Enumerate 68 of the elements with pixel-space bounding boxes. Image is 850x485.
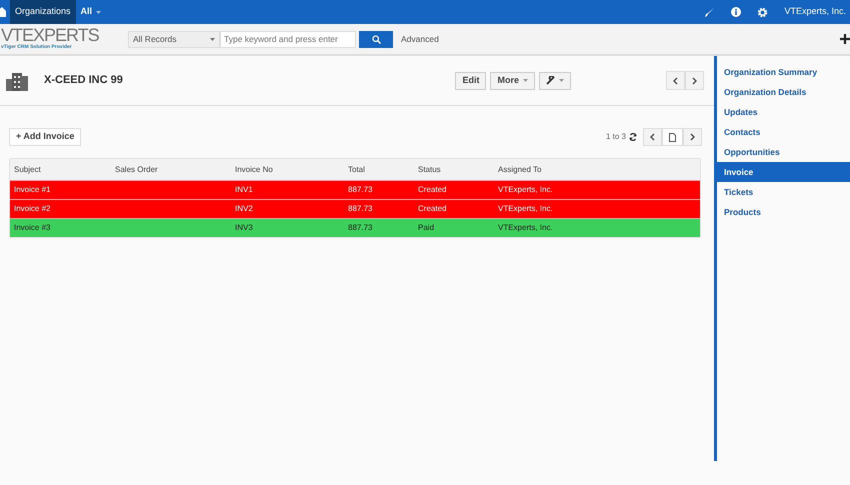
search-field[interactable]: Type keyword and press enter <box>220 30 356 48</box>
column-header: Invoice No <box>234 164 274 176</box>
column-header: Total <box>347 164 366 176</box>
table-cell: 887.73 <box>348 223 372 232</box>
sidebar-item[interactable]: Products <box>717 202 850 222</box>
building-icon <box>6 70 28 90</box>
logo: VTEXPERTS <box>1 26 100 44</box>
sidebar-item[interactable]: Organization Summary <box>717 62 850 82</box>
record-range: 1 to 3 <box>606 131 626 143</box>
home-icon[interactable] <box>0 7 6 17</box>
table-cell: INV2 <box>235 204 253 213</box>
next-page-button[interactable] <box>683 128 702 146</box>
tools-button[interactable] <box>539 72 571 90</box>
sidebar-item[interactable]: Organization Details <box>717 82 850 102</box>
table-cell: 887.73 <box>348 185 372 194</box>
refresh-icon[interactable] <box>629 133 637 141</box>
caret-icon <box>523 79 528 82</box>
table-cell: Invoice #3 <box>14 223 50 232</box>
column-header: Sales Order <box>114 164 159 176</box>
table-cell: Created <box>418 185 446 194</box>
table-cell: Paid <box>418 223 434 232</box>
table-row[interactable]: Invoice #2 INV2 887.73 Created VTExperts, Inc. <box>10 199 700 218</box>
sidebar-item[interactable]: Opportunities <box>717 142 850 162</box>
previous-button[interactable] <box>666 71 685 90</box>
table-cell: VTExperts, Inc. <box>498 223 553 232</box>
table-row[interactable]: Invoice #1 INV1 887.73 Created VTExperts, Inc. <box>10 180 700 199</box>
sidebar-item[interactable]: Updates <box>717 102 850 122</box>
table-cell: INV1 <box>235 185 253 194</box>
table-cell: 887.73 <box>348 204 372 213</box>
edit-button[interactable]: Edit <box>455 72 486 90</box>
chevron-left-icon <box>650 133 655 141</box>
table-row[interactable]: Invoice #3 INV3 887.73 Paid VTExperts, Inc. <box>10 218 700 237</box>
plus-icon[interactable] <box>840 34 850 44</box>
search-icon <box>372 34 380 44</box>
table-cell: INV3 <box>235 223 253 232</box>
more-button[interactable]: More <box>490 72 535 90</box>
previous-page-button[interactable] <box>643 128 662 146</box>
filter-select[interactable]: All Records <box>128 30 220 48</box>
caret-icon <box>210 38 215 40</box>
add-invoice-button[interactable]: + Add Invoice <box>9 128 82 146</box>
chevron-right-icon <box>692 76 697 84</box>
table-cell: Created <box>418 204 446 213</box>
next-button[interactable] <box>685 71 704 90</box>
advanced-link[interactable]: Advanced <box>401 32 439 46</box>
table-cell: Invoice #1 <box>14 185 50 194</box>
page-jump-button[interactable] <box>662 128 683 146</box>
info-icon[interactable] <box>731 7 742 17</box>
table-cell: VTExperts, Inc. <box>498 185 553 194</box>
nav-tab[interactable]: Organizations <box>10 0 76 24</box>
table-cell: VTExperts, Inc. <box>498 204 553 213</box>
user-menu[interactable]: VTExperts, Inc. <box>784 5 846 19</box>
nav-tab[interactable]: All <box>76 0 106 24</box>
caret-icon <box>96 10 102 14</box>
search-button[interactable] <box>359 30 393 48</box>
sidebar-item[interactable]: Tickets <box>717 182 850 202</box>
sidebar-item[interactable]: Contacts <box>717 122 850 142</box>
column-header: Assigned To <box>497 164 542 176</box>
document-icon <box>669 132 676 142</box>
column-header: Status <box>417 164 442 176</box>
paintbrush-icon[interactable] <box>705 7 716 17</box>
sidebar-item[interactable]: Invoice <box>717 162 850 182</box>
caret-icon <box>559 79 564 82</box>
settings-icon[interactable] <box>757 6 768 18</box>
chevron-right-icon <box>690 133 695 141</box>
chevron-left-icon <box>673 76 678 84</box>
table-cell: Invoice #2 <box>14 204 50 213</box>
column-header: Subject <box>13 164 42 176</box>
record-title: X-CEED INC 99 <box>44 73 123 88</box>
